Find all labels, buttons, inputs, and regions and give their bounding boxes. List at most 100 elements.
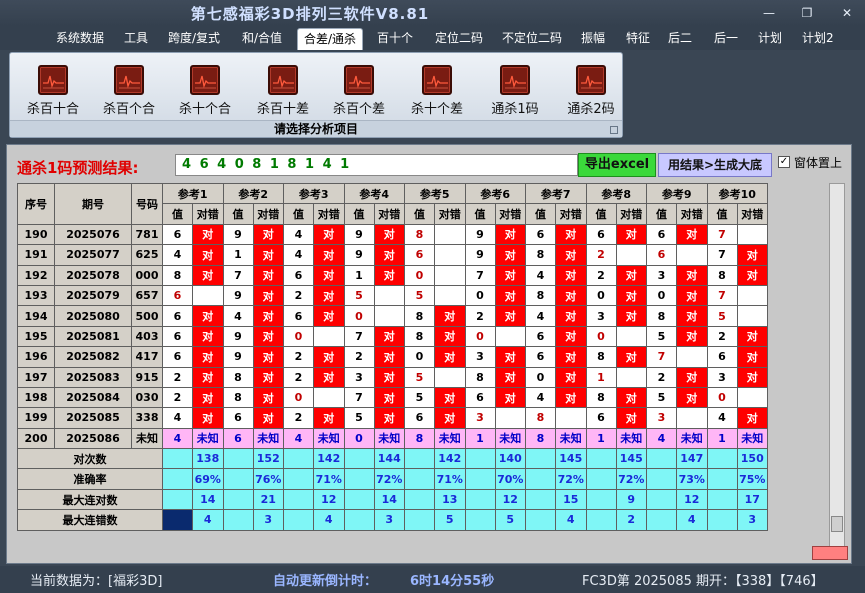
- row-number: 657: [131, 284, 163, 307]
- ribbon-button[interactable]: 杀百个合: [92, 65, 166, 117]
- stats-spacer: [162, 468, 193, 490]
- row-miss-cell: [736, 305, 768, 327]
- subheader-value: 值: [646, 203, 677, 225]
- table-row-pending[interactable]: 200 2025086 未知 4 未知 6 未知 4 未知 0 未知 8 未知 1 未知 8 未知 1 未知 4 未知 1…: [17, 427, 768, 450]
- table-row[interactable]: 191 2025077 625 4 对 1 对 4 对 9 对 6 9 对 8 对 2 6 7 对: [17, 244, 768, 266]
- chart-icon: [38, 65, 68, 95]
- header-period: 期号: [54, 183, 132, 225]
- row-value: 4: [525, 264, 556, 286]
- table-row[interactable]: 195 2025081 403 6 对 9 对 0 7 对 8 对 0 6 对 0 5 对 2 对: [17, 325, 768, 348]
- ribbon-button-label: 杀十个差: [410, 102, 463, 117]
- menu-item[interactable]: 定位二码: [429, 28, 489, 50]
- generate-base-button[interactable]: 用结果>生成大底: [658, 153, 772, 177]
- table-row[interactable]: 192 2025078 000 8 对 7 对 6 对 1 对 0 7 对 4 对 2 对 3 对 8 对: [17, 264, 768, 286]
- menu-item[interactable]: 跨度/复式: [162, 28, 226, 50]
- table-row[interactable]: 193 2025079 657 6 9 对 2 对 5 5 0 对 8 对 0 对 0 对 7: [17, 284, 768, 307]
- row-miss-cell: [736, 223, 768, 246]
- row-value: 0: [464, 325, 496, 348]
- row-hit-cell: 对: [313, 244, 345, 266]
- row-value: 0: [404, 346, 435, 368]
- table-row[interactable]: 198 2025084 030 2 对 8 对 0 7 对 5 对 6 对 4 对 8 对 5 对 0: [17, 386, 768, 409]
- stats-label: 准确率: [17, 468, 163, 490]
- export-excel-button[interactable]: 导出excel: [578, 153, 656, 177]
- main-panel: 通杀1码预测结果: 4 6 4 0 8 1 8 1 4 1 导出excel 用结…: [6, 144, 852, 564]
- row-value: 7: [706, 244, 738, 266]
- row-value: 4: [525, 305, 556, 327]
- row-hit-cell: 对: [434, 386, 466, 409]
- row-value: 0: [464, 284, 496, 307]
- stats-value: 145: [555, 448, 587, 470]
- table-row[interactable]: 194 2025080 500 6 对 4 对 6 对 0 8 对 2 对 4 对 3 对 8 对 5: [17, 305, 768, 327]
- row-value: 6: [162, 346, 193, 368]
- menu-item[interactable]: 后二: [662, 28, 698, 50]
- menu-item[interactable]: 工具: [118, 28, 154, 50]
- stats-value: 14: [373, 488, 405, 511]
- stats-value: 21: [252, 488, 284, 511]
- maximize-button[interactable]: ❐: [800, 6, 814, 20]
- ribbon-button[interactable]: 杀十个差: [400, 65, 474, 117]
- menu-item[interactable]: 不定位二码: [496, 28, 568, 50]
- stats-spacer: [343, 448, 375, 470]
- table-row[interactable]: 199 2025085 338 4 对 6 对 2 对 5 对 6 对 3 8 6 对 3 4 对: [17, 407, 768, 429]
- stats-value: 12: [313, 488, 345, 511]
- chart-icon: [268, 65, 298, 95]
- ribbon-button[interactable]: 通杀1码: [478, 65, 552, 117]
- row-miss-cell: [434, 284, 466, 307]
- table-row[interactable]: 196 2025082 417 6 对 9 对 2 对 2 对 0 对 3 对 6 对 8 对 7 6 对: [17, 346, 768, 368]
- ribbon-button[interactable]: 通杀2码: [554, 65, 628, 117]
- row-hit-cell: 对: [615, 264, 647, 286]
- menu-item[interactable]: 特征: [620, 28, 656, 50]
- close-button[interactable]: ✕: [840, 6, 854, 20]
- scrollbar-thumb[interactable]: [831, 516, 843, 532]
- row-miss-cell: [313, 386, 345, 409]
- menu-item[interactable]: 振幅: [575, 28, 611, 50]
- row-hit-cell: 对: [736, 325, 768, 348]
- pin-window-checkbox[interactable]: ✓: [778, 156, 790, 168]
- row-hit-cell: 对: [494, 223, 526, 246]
- vertical-scrollbar[interactable]: [829, 183, 845, 547]
- header-ref: 参考9: [646, 182, 708, 205]
- row-hit-cell: 对: [434, 305, 466, 327]
- row-number: 781: [131, 223, 163, 246]
- row-hit-cell: 对: [373, 244, 405, 266]
- row-value: 8: [222, 366, 254, 388]
- subheader-result: 对错: [555, 203, 587, 225]
- row-number: 625: [131, 244, 163, 266]
- row-hit-cell: 对: [494, 346, 526, 368]
- ribbon-button[interactable]: 杀百个差: [322, 65, 396, 117]
- prediction-result-field[interactable]: 4 6 4 0 8 1 8 1 4 1: [175, 154, 578, 176]
- menu-item[interactable]: 后一: [708, 28, 744, 50]
- menu-item[interactable]: 百十个: [371, 28, 419, 50]
- ribbon-button[interactable]: 杀百十差: [246, 65, 320, 117]
- row-miss-cell: [736, 386, 768, 409]
- menu-item[interactable]: 合差/通杀: [297, 28, 364, 50]
- menu-item[interactable]: 计划2: [796, 28, 840, 50]
- menu-item[interactable]: 计划: [752, 28, 788, 50]
- table-row[interactable]: 190 2025076 781 6 对 9 对 4 对 9 对 8 9 对 6 对 6 对 6 对 7: [17, 223, 768, 246]
- ribbon-button[interactable]: 杀十个合: [168, 65, 242, 117]
- row-hit-cell: 对: [373, 407, 405, 429]
- row-hit-cell: 对: [192, 223, 224, 246]
- row-value: 9: [222, 223, 254, 246]
- resize-grip[interactable]: [812, 546, 848, 560]
- stats-value: 12: [676, 488, 708, 511]
- menu-item[interactable]: 系统数据: [50, 28, 110, 50]
- row-value: 4: [162, 427, 193, 450]
- row-value: 5: [404, 386, 435, 409]
- row-hit-cell: 对: [192, 386, 224, 409]
- row-value: 9: [464, 223, 496, 246]
- table-row[interactable]: 197 2025083 915 2 对 8 对 2 对 3 对 5 8 对 0 对 1 2 对 3 对: [17, 366, 768, 388]
- ribbon-expand-icon[interactable]: [610, 126, 618, 134]
- ribbon-button-label: 杀百个合: [102, 102, 155, 117]
- row-miss-cell: [615, 244, 647, 266]
- stats-value: 70%: [494, 468, 526, 490]
- row-hit-cell: 对: [373, 223, 405, 246]
- stats-value: 142: [313, 448, 345, 470]
- stats-value: 9: [615, 488, 647, 511]
- minimize-button[interactable]: —: [762, 6, 776, 20]
- ribbon-button[interactable]: 杀百十合: [16, 65, 90, 117]
- row-value: 2: [343, 346, 375, 368]
- chart-icon: [114, 65, 144, 95]
- row-value: 4: [162, 244, 193, 266]
- menu-item[interactable]: 和/合值: [236, 28, 288, 50]
